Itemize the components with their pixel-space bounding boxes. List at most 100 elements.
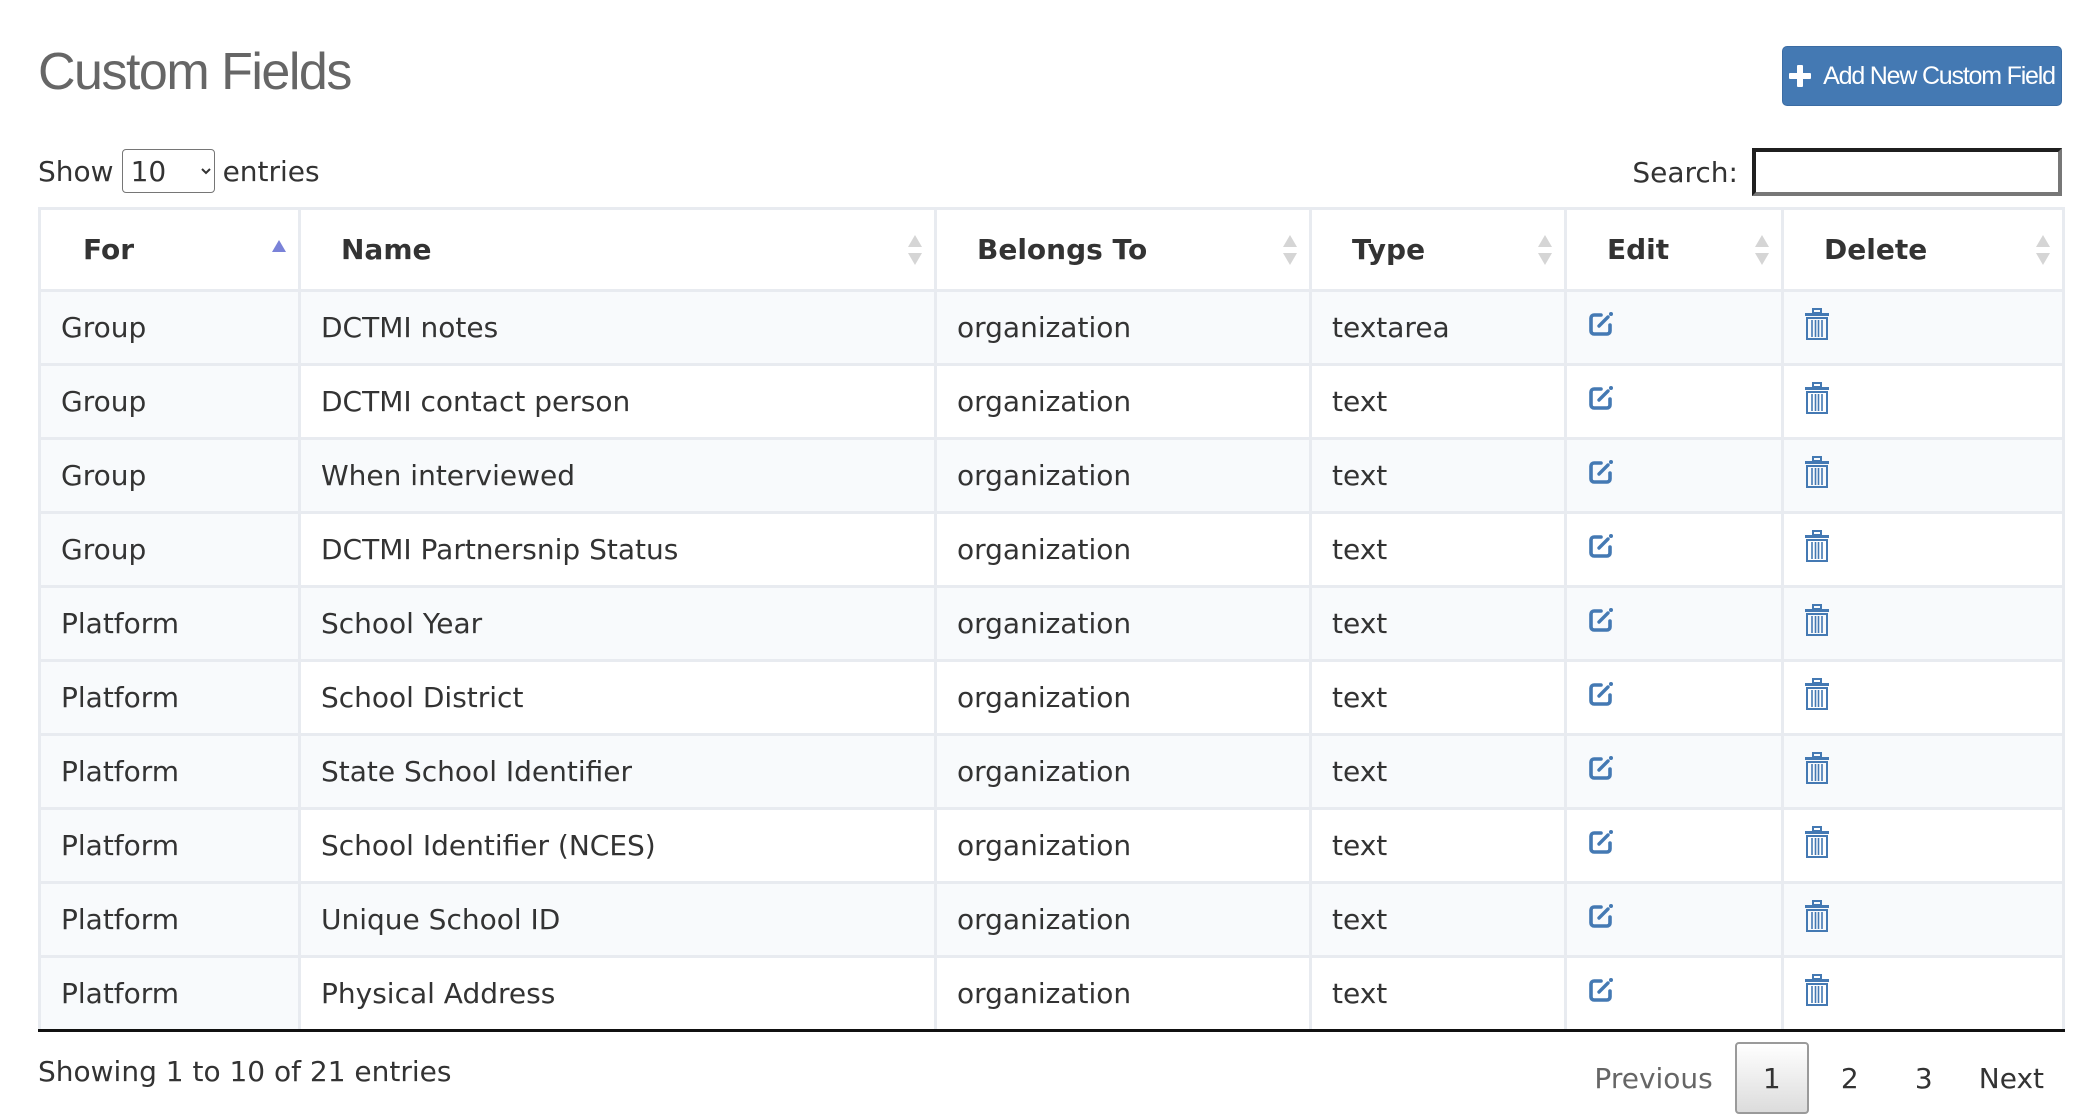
cell-edit [1564, 511, 1784, 588]
add-new-custom-field-button[interactable]: Add New Custom Field [1782, 46, 2062, 106]
table-row: Platform State School Identifier organizat… [38, 733, 2065, 810]
cell-belongs-to: organization [934, 807, 1312, 884]
cell-edit [1564, 733, 1784, 810]
cell-name: When interviewed [298, 437, 937, 514]
trash-icon[interactable] [1804, 382, 1830, 421]
trash-icon[interactable] [1804, 308, 1830, 347]
trash-icon[interactable] [1804, 752, 1830, 791]
trash-icon[interactable] [1804, 604, 1830, 643]
table-row: Platform School Year organization text [38, 585, 2065, 662]
cell-edit [1564, 881, 1784, 958]
entries-label: entries [222, 154, 320, 188]
cell-delete [1781, 955, 2065, 1032]
sort-both-icon [1755, 234, 1769, 265]
edit-icon[interactable] [1587, 828, 1615, 863]
previous-page-button[interactable]: Previous [1576, 1042, 1730, 1114]
show-label: Show [38, 154, 114, 188]
table-info: Showing 1 to 10 of 21 entries [38, 1055, 452, 1088]
trash-icon[interactable] [1804, 900, 1830, 939]
cell-name: DCTMI contact person [298, 363, 937, 440]
cell-type: text [1309, 659, 1567, 736]
trash-icon[interactable] [1804, 678, 1830, 717]
cell-belongs-to: organization [934, 881, 1312, 958]
column-header-belongs-to[interactable]: Belongs To [934, 207, 1312, 292]
plus-icon [1789, 65, 1812, 87]
edit-icon[interactable] [1587, 976, 1615, 1011]
cell-for: Platform [38, 955, 301, 1032]
trash-icon[interactable] [1804, 456, 1830, 495]
cell-for: Platform [38, 733, 301, 810]
cell-belongs-to: organization [934, 511, 1312, 588]
cell-delete [1781, 585, 2065, 662]
cell-delete [1781, 881, 2065, 958]
cell-edit [1564, 585, 1784, 662]
table-row: Group DCTMI contact person organization tex… [38, 363, 2065, 440]
cell-type: text [1309, 955, 1567, 1032]
cell-delete [1781, 733, 2065, 810]
search-label: Search: [1632, 155, 1738, 189]
page-button-1[interactable]: 1 [1734, 1042, 1809, 1114]
cell-for: Platform [38, 881, 301, 958]
cell-belongs-to: organization [934, 955, 1312, 1032]
edit-icon[interactable] [1587, 754, 1615, 789]
edit-icon[interactable] [1587, 606, 1615, 641]
table-row: Group DCTMI notes organization textarea [38, 289, 2065, 366]
cell-edit [1564, 363, 1784, 440]
column-header-label: For [83, 233, 135, 266]
edit-icon[interactable] [1587, 384, 1615, 419]
trash-icon[interactable] [1804, 826, 1830, 865]
sort-ascending-icon [272, 240, 286, 254]
cell-type: text [1309, 511, 1567, 588]
table-row: Group DCTMI Partnersnip Status organizatio… [38, 511, 2065, 588]
cell-for: Platform [38, 807, 301, 884]
cell-name: State School Identifier [298, 733, 937, 810]
trash-icon[interactable] [1804, 974, 1830, 1013]
entries-per-page-select[interactable]: 10 [121, 149, 215, 193]
pagination: Previous 123 Next [1576, 1041, 2062, 1115]
cell-type: text [1309, 881, 1567, 958]
cell-belongs-to: organization [934, 733, 1312, 810]
column-header-name[interactable]: Name [298, 207, 937, 292]
sort-both-icon [1283, 234, 1297, 265]
trash-icon[interactable] [1804, 530, 1830, 569]
table-body: Group DCTMI notes organization textarea Grou… [38, 289, 2065, 1032]
column-header-type[interactable]: Type [1309, 207, 1567, 292]
edit-icon[interactable] [1587, 458, 1615, 493]
cell-for: Platform [38, 585, 301, 662]
edit-icon[interactable] [1587, 680, 1615, 715]
column-header-label: Belongs To [977, 233, 1148, 266]
page-button-3[interactable]: 3 [1887, 1042, 1961, 1114]
column-header-for[interactable]: For [38, 207, 301, 292]
cell-edit [1564, 807, 1784, 884]
cell-type: text [1309, 363, 1567, 440]
column-header-delete[interactable]: Delete [1781, 207, 2065, 292]
cell-belongs-to: organization [934, 437, 1312, 514]
search-input[interactable] [1752, 148, 2062, 196]
search-control: Search: [1632, 148, 2062, 196]
cell-for: Group [38, 511, 301, 588]
page-button-2[interactable]: 2 [1813, 1042, 1887, 1114]
edit-icon[interactable] [1587, 902, 1615, 937]
cell-type: text [1309, 807, 1567, 884]
cell-delete [1781, 659, 2065, 736]
cell-edit [1564, 659, 1784, 736]
cell-name: School Year [298, 585, 937, 662]
next-page-button[interactable]: Next [1961, 1042, 2062, 1114]
cell-type: text [1309, 733, 1567, 810]
cell-belongs-to: organization [934, 659, 1312, 736]
cell-edit [1564, 437, 1784, 514]
column-header-edit[interactable]: Edit [1564, 207, 1784, 292]
sort-both-icon [1538, 234, 1552, 265]
cell-delete [1781, 289, 2065, 366]
page-title: Custom Fields [38, 43, 352, 101]
column-header-label: Edit [1607, 233, 1670, 266]
cell-for: Group [38, 437, 301, 514]
column-header-label: Type [1352, 233, 1426, 266]
cell-name: Physical Address [298, 955, 937, 1032]
cell-belongs-to: organization [934, 363, 1312, 440]
edit-icon[interactable] [1587, 532, 1615, 567]
cell-for: Group [38, 363, 301, 440]
edit-icon[interactable] [1587, 310, 1615, 345]
cell-name: DCTMI notes [298, 289, 937, 366]
table-row: Platform School District organization text [38, 659, 2065, 736]
